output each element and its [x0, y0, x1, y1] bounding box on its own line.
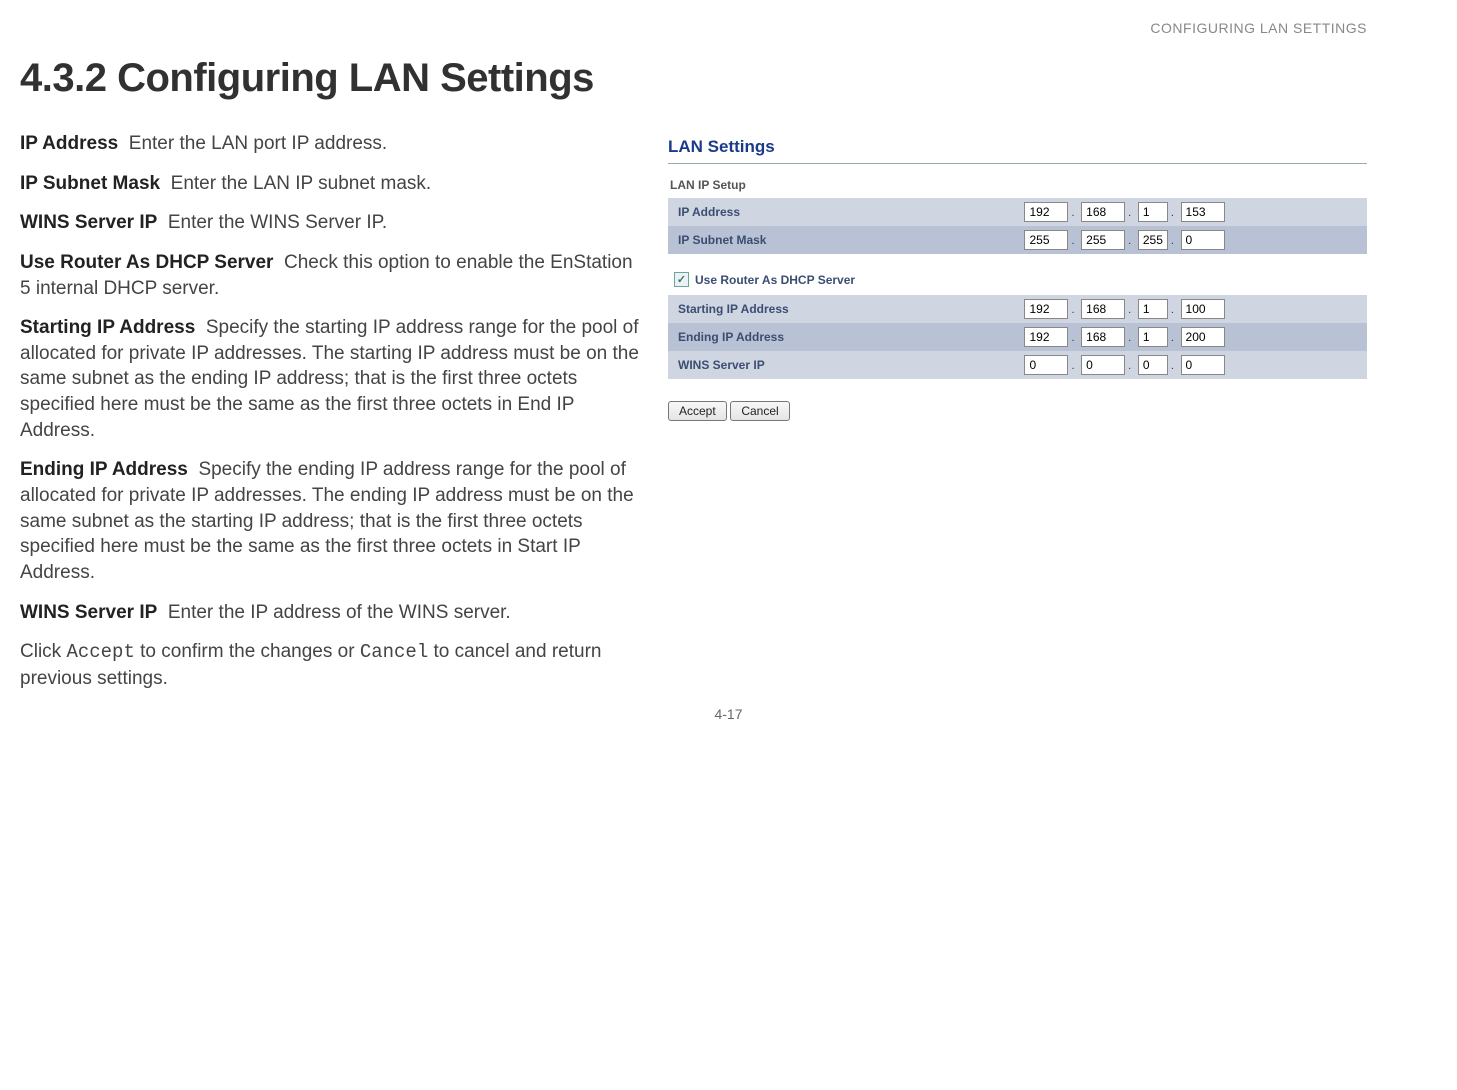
desc-end: Ending IP Address Specify the ending IP …	[20, 457, 640, 585]
mask-oct2[interactable]	[1081, 230, 1125, 250]
content-row: IP Address Enter the LAN port IP address…	[20, 131, 1367, 706]
term-subnet: IP Subnet Mask	[20, 173, 160, 194]
row-subnet-mask: IP Subnet Mask . . .	[668, 226, 1367, 254]
footer-cancel: Cancel	[360, 641, 428, 663]
checkbox-icon[interactable]: ✓	[674, 272, 689, 287]
dhcp-checkbox-row[interactable]: ✓ Use Router As DHCP Server	[674, 272, 1367, 287]
dot-icon: .	[1125, 332, 1134, 344]
term-wins2: WINS Server IP	[20, 602, 157, 623]
desc-footer: Click Accept to confirm the changes or C…	[20, 639, 640, 691]
start-oct2[interactable]	[1081, 299, 1125, 319]
wins-oct4[interactable]	[1181, 355, 1225, 375]
end-oct2[interactable]	[1081, 327, 1125, 347]
wins-oct2[interactable]	[1081, 355, 1125, 375]
end-ip-inputs: . . .	[1024, 323, 1367, 351]
ip-oct3[interactable]	[1138, 202, 1168, 222]
desc-wins1: WINS Server IP Enter the WINS Server IP.	[20, 210, 640, 236]
text-wins2: Enter the IP address of the WINS server.	[168, 602, 511, 623]
cancel-button[interactable]: Cancel	[730, 401, 789, 421]
dhcp-table: Starting IP Address . . . Ending IP Addr…	[668, 295, 1367, 379]
text-ip-address: Enter the LAN port IP address.	[129, 133, 387, 154]
dot-icon: .	[1068, 360, 1077, 372]
row-end-ip: Ending IP Address . . .	[668, 323, 1367, 351]
term-dhcp: Use Router As DHCP Server	[20, 252, 273, 273]
row-wins-ip: WINS Server IP . . .	[668, 351, 1367, 379]
start-oct1[interactable]	[1024, 299, 1068, 319]
dot-icon: .	[1068, 235, 1077, 247]
page-number: 4-17	[0, 706, 1457, 722]
label-start-ip: Starting IP Address	[668, 295, 1024, 323]
term-end: Ending IP Address	[20, 459, 188, 480]
end-oct4[interactable]	[1181, 327, 1225, 347]
term-wins1: WINS Server IP	[20, 212, 157, 233]
start-ip-inputs: . . .	[1024, 295, 1367, 323]
label-ip-address: IP Address	[668, 198, 1024, 226]
end-oct3[interactable]	[1138, 327, 1168, 347]
row-start-ip: Starting IP Address . . .	[668, 295, 1367, 323]
dot-icon: .	[1168, 304, 1177, 316]
lan-settings-panel: LAN Settings LAN IP Setup IP Address . .…	[668, 131, 1367, 421]
footer-accept: Accept	[66, 641, 134, 663]
dot-icon: .	[1068, 207, 1077, 219]
ip-oct2[interactable]	[1081, 202, 1125, 222]
mask-oct3[interactable]	[1138, 230, 1168, 250]
dot-icon: .	[1125, 235, 1134, 247]
dot-icon: .	[1068, 332, 1077, 344]
accept-button[interactable]: Accept	[668, 401, 727, 421]
footer-mid: to confirm the changes or	[135, 641, 360, 662]
label-wins-ip: WINS Server IP	[668, 351, 1024, 379]
page-title: 4.3.2 Configuring LAN Settings	[20, 56, 1367, 101]
desc-ip-address: IP Address Enter the LAN port IP address…	[20, 131, 640, 157]
mask-oct4[interactable]	[1181, 230, 1225, 250]
start-oct3[interactable]	[1138, 299, 1168, 319]
mask-oct1[interactable]	[1024, 230, 1068, 250]
dot-icon: .	[1125, 304, 1134, 316]
dot-icon: .	[1168, 235, 1177, 247]
start-oct4[interactable]	[1181, 299, 1225, 319]
wins-oct3[interactable]	[1138, 355, 1168, 375]
ip-oct4[interactable]	[1181, 202, 1225, 222]
dot-icon: .	[1068, 304, 1077, 316]
wins-ip-inputs: . . .	[1024, 351, 1367, 379]
text-wins1: Enter the WINS Server IP.	[168, 212, 387, 233]
ip-oct1[interactable]	[1024, 202, 1068, 222]
section-lan-ip-setup: LAN IP Setup	[668, 178, 1367, 192]
dhcp-checkbox-label: Use Router As DHCP Server	[695, 273, 855, 287]
text-subnet: Enter the LAN IP subnet mask.	[171, 173, 432, 194]
description-column: IP Address Enter the LAN port IP address…	[20, 131, 640, 706]
desc-start: Starting IP Address Specify the starting…	[20, 315, 640, 443]
desc-wins2: WINS Server IP Enter the IP address of t…	[20, 600, 640, 626]
running-header: CONFIGURING LAN SETTINGS	[20, 20, 1367, 36]
button-row: Accept Cancel	[668, 401, 1367, 421]
ip-address-inputs: . . .	[1024, 198, 1367, 226]
desc-subnet: IP Subnet Mask Enter the LAN IP subnet m…	[20, 171, 640, 197]
footer-pre: Click	[20, 641, 66, 662]
dot-icon: .	[1125, 360, 1134, 372]
dot-icon: .	[1168, 207, 1177, 219]
label-subnet-mask: IP Subnet Mask	[668, 226, 1024, 254]
dot-icon: .	[1168, 332, 1177, 344]
end-oct1[interactable]	[1024, 327, 1068, 347]
lan-ip-table: IP Address . . . IP Subnet Mask . . .	[668, 198, 1367, 254]
desc-dhcp: Use Router As DHCP Server Check this opt…	[20, 250, 640, 301]
row-ip-address: IP Address . . .	[668, 198, 1367, 226]
label-end-ip: Ending IP Address	[668, 323, 1024, 351]
term-start: Starting IP Address	[20, 317, 195, 338]
dot-icon: .	[1125, 207, 1134, 219]
wins-oct1[interactable]	[1024, 355, 1068, 375]
panel-title: LAN Settings	[668, 137, 1367, 164]
term-ip-address: IP Address	[20, 133, 118, 154]
dot-icon: .	[1168, 360, 1177, 372]
subnet-inputs: . . .	[1024, 226, 1367, 254]
